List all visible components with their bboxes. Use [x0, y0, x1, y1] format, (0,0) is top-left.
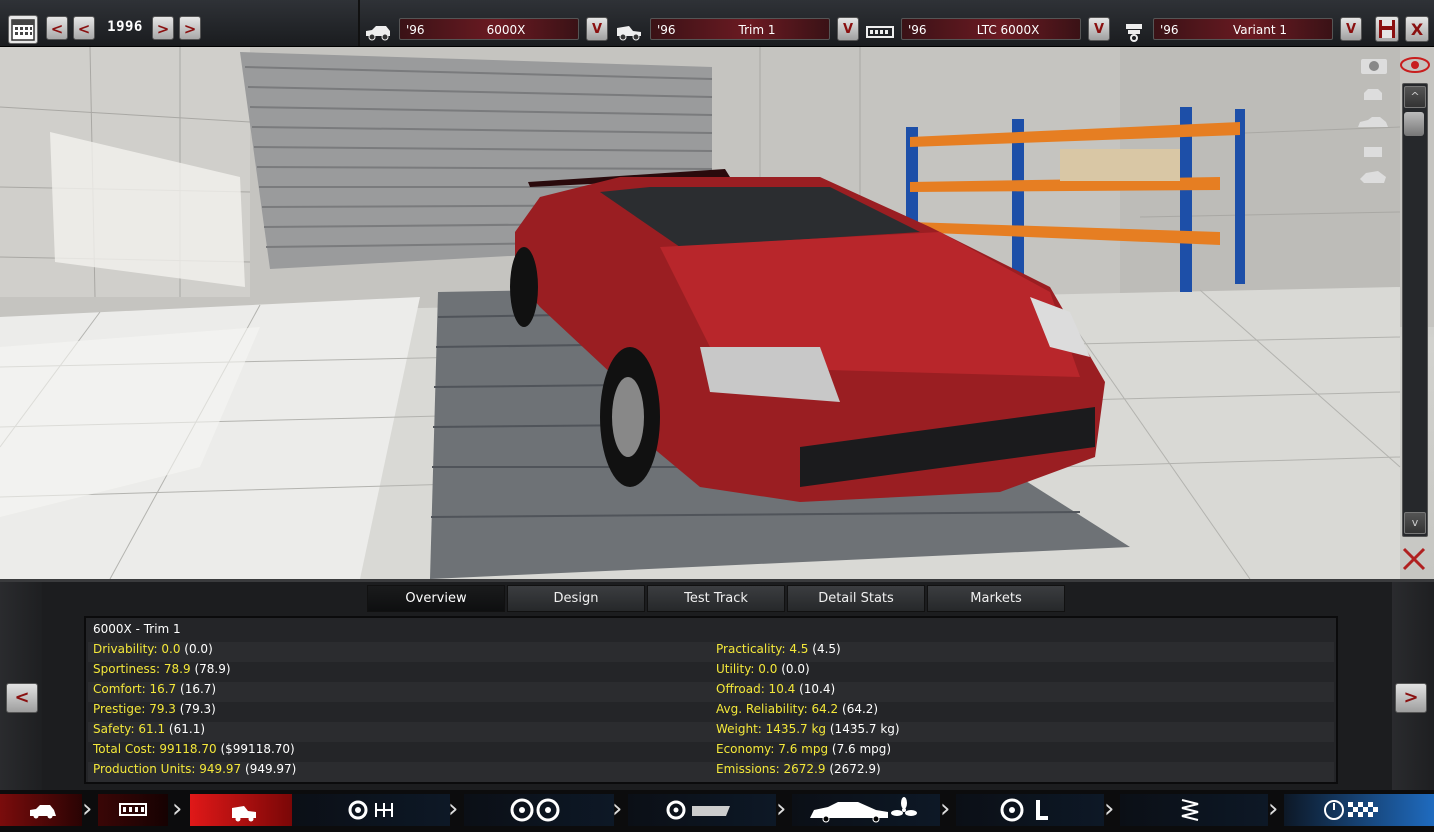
- scroll-down-button[interactable]: v: [1404, 512, 1426, 534]
- tab-design[interactable]: Design: [507, 585, 645, 612]
- chevron-right-icon: ›: [612, 794, 623, 824]
- model-name: 6000X: [486, 23, 526, 37]
- step-test-finish[interactable]: [1284, 794, 1434, 826]
- chevron-right-icon: ›: [448, 794, 459, 824]
- designer-step-nav: › › › › › › › ›: [0, 790, 1434, 832]
- car-model-icon: [366, 26, 390, 41]
- year-next-button[interactable]: >: [152, 16, 174, 40]
- angle-view-icon[interactable]: [1356, 167, 1390, 187]
- stat-production-units: Production Units: 949.97 (949.97): [93, 762, 297, 776]
- tab-markets[interactable]: Markets: [927, 585, 1065, 612]
- chevron-right-icon: ›: [82, 794, 93, 824]
- suspension-icon: [1181, 799, 1199, 821]
- panel-next-button[interactable]: >: [1395, 683, 1427, 713]
- chassis-dropdown-button[interactable]: V: [1088, 17, 1110, 41]
- test-finish-icon: [1324, 800, 1378, 820]
- stat-emissions: Emissions: 2672.9 (2672.9): [716, 762, 881, 776]
- step-wheels[interactable]: [464, 794, 614, 826]
- stat-offroad: Offroad: 10.4 (10.4): [716, 682, 836, 696]
- trim-select[interactable]: '96 Trim 1: [650, 18, 830, 40]
- top-toolbar: < < 1996 > > '96 6000X V '96 Trim 1 V '9…: [0, 0, 1434, 47]
- tab-detail-stats[interactable]: Detail Stats: [787, 585, 925, 612]
- car-3d-viewport[interactable]: ^ v: [0, 47, 1434, 579]
- trim-year: '96: [657, 23, 676, 37]
- model-year: '96: [406, 23, 425, 37]
- reset-camera-icon[interactable]: [1400, 545, 1428, 573]
- calendar-icon[interactable]: [8, 15, 38, 44]
- trim-dropdown-button[interactable]: V: [837, 17, 859, 41]
- tab-overview[interactable]: Overview: [367, 585, 505, 612]
- chassis-select[interactable]: '96 LTC 6000X: [901, 18, 1081, 40]
- wheels-icon: [510, 798, 560, 822]
- car-fan-icon: [810, 797, 917, 823]
- chevron-right-icon: ›: [940, 794, 951, 824]
- chassis-icon: [119, 803, 147, 816]
- body-aero-icon: [666, 800, 730, 820]
- step-suspension[interactable]: [1120, 794, 1268, 826]
- chassis-name: LTC 6000X: [976, 23, 1040, 37]
- tab-test-track[interactable]: Test Track: [647, 585, 785, 612]
- chassis-icon: [866, 26, 894, 38]
- engine-piston-icon: [1126, 24, 1142, 42]
- chassis-year: '96: [908, 23, 927, 37]
- stat-weight: Weight: 1435.7 kg (1435.7 kg): [716, 722, 900, 736]
- save-icon: [1379, 20, 1395, 38]
- car-model-icon: [30, 805, 56, 819]
- front-view-icon[interactable]: [1356, 85, 1390, 105]
- step-car-model[interactable]: [0, 794, 82, 826]
- stat-economy: Economy: 7.6 mpg (7.6 mpg): [716, 742, 892, 756]
- trim-icon: [232, 806, 256, 822]
- step-aero[interactable]: [792, 794, 940, 826]
- save-button[interactable]: [1375, 16, 1399, 42]
- stat-comfort: Comfort: 16.7 (16.7): [93, 682, 217, 696]
- variant-name: Variant 1: [1232, 23, 1287, 37]
- step-body[interactable]: [628, 794, 776, 826]
- eye-icon[interactable]: [1398, 55, 1432, 75]
- variant-select[interactable]: '96 Variant 1: [1153, 18, 1333, 40]
- model-select[interactable]: '96 6000X: [399, 18, 579, 40]
- year-prev-button[interactable]: <: [73, 16, 95, 40]
- stats-panel: Overview Design Test Track Detail Stats …: [0, 579, 1434, 793]
- step-chassis[interactable]: [98, 794, 168, 826]
- stat-drivability: Drivability: 0.0 (0.0): [93, 642, 213, 656]
- year-next-fast-button[interactable]: >: [179, 16, 201, 40]
- trim-name: Trim 1: [738, 23, 776, 37]
- side-view-icon[interactable]: [1356, 113, 1390, 133]
- overview-stats: 6000X - Trim 1 Drivability: 0.0 (0.0) Sp…: [84, 616, 1338, 784]
- year-display: 1996: [107, 19, 143, 35]
- chevron-right-icon: ›: [1268, 794, 1279, 824]
- variant-dropdown-button[interactable]: V: [1340, 17, 1362, 41]
- view-scrollbar[interactable]: ^ v: [1402, 83, 1428, 537]
- step-engine[interactable]: [292, 794, 450, 826]
- stats-title: 6000X - Trim 1: [93, 622, 181, 636]
- close-button[interactable]: X: [1405, 16, 1429, 42]
- variant-year: '96: [1160, 23, 1179, 37]
- chevron-right-icon: ›: [776, 794, 787, 824]
- panel-prev-button[interactable]: <: [6, 683, 38, 713]
- step-interior[interactable]: [956, 794, 1104, 826]
- gearbox-icon: [348, 800, 393, 820]
- trim-icon: [617, 26, 641, 41]
- stat-sportiness: Sportiness: 78.9 (78.9): [93, 662, 231, 676]
- divider: [358, 0, 360, 46]
- model-dropdown-button[interactable]: V: [586, 17, 608, 41]
- garage-scene: [0, 47, 1434, 579]
- stat-utility: Utility: 0.0 (0.0): [716, 662, 810, 676]
- year-prev-fast-button[interactable]: <: [46, 16, 68, 40]
- interior-icon: [1000, 798, 1048, 822]
- stat-total-cost: Total Cost: 99118.70 ($99118.70): [93, 742, 295, 756]
- camera-icon[interactable]: [1357, 55, 1391, 75]
- stat-safety: Safety: 61.1 (61.1): [93, 722, 206, 736]
- scroll-thumb[interactable]: [1404, 112, 1424, 136]
- step-trim[interactable]: [190, 794, 292, 826]
- chevron-right-icon: ›: [1104, 794, 1115, 824]
- view-controls-rail: ^ v: [1394, 47, 1434, 579]
- stat-prestige: Prestige: 79.3 (79.3): [93, 702, 216, 716]
- rear-view-icon[interactable]: [1356, 141, 1390, 161]
- scroll-up-button[interactable]: ^: [1404, 86, 1426, 108]
- chevron-right-icon: ›: [172, 794, 183, 824]
- stat-practicality: Practicality: 4.5 (4.5): [716, 642, 841, 656]
- stat-avg-reliability: Avg. Reliability: 64.2 (64.2): [716, 702, 879, 716]
